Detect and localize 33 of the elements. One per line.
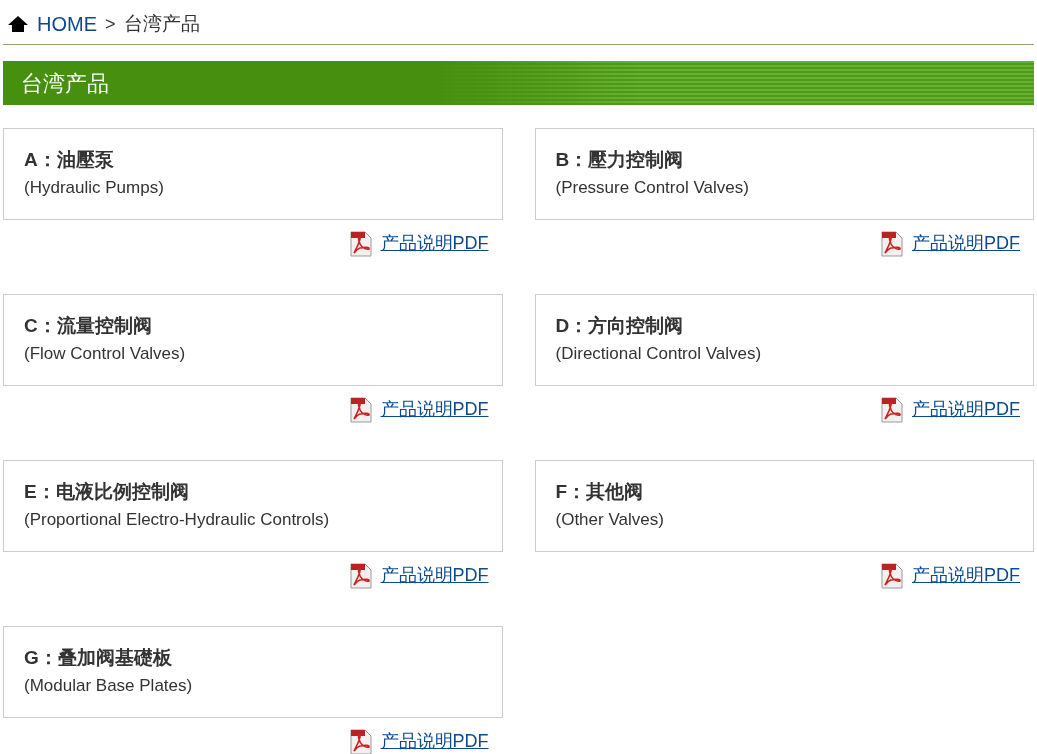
product-subtitle: (Hydraulic Pumps) xyxy=(24,177,164,199)
pdf-icon xyxy=(348,230,373,257)
product-subtitle: (Other Valves) xyxy=(555,509,664,531)
pdf-link[interactable]: 产品说明PDF xyxy=(912,396,1020,423)
pdf-icon xyxy=(348,562,373,589)
pdf-icon xyxy=(348,396,373,423)
pdf-link[interactable]: 产品说明PDF xyxy=(380,230,489,257)
home-link[interactable]: HOME xyxy=(37,9,97,39)
product-title: E：电液比例控制阀 xyxy=(24,480,189,504)
pdf-icon xyxy=(880,396,904,423)
product-subtitle: (Modular Base Plates) xyxy=(24,675,193,697)
product-title: G：叠加阀基礎板 xyxy=(24,646,172,670)
product-subtitle: (Directional Control Valves) xyxy=(555,343,762,365)
pdf-icon xyxy=(880,562,904,589)
product-subtitle: (Proportional Electro-Hydraulic Controls) xyxy=(24,509,330,531)
home-icon xyxy=(7,15,29,33)
breadcrumb-separator: > xyxy=(105,12,116,36)
product-title: D：方向控制阀 xyxy=(555,314,684,338)
product-subtitle: (Pressure Control Valves) xyxy=(555,177,749,199)
pdf-link[interactable]: 产品说明PDF xyxy=(912,562,1020,589)
pdf-link[interactable]: 产品说明PDF xyxy=(380,562,489,589)
pdf-link[interactable]: 产品说明PDF xyxy=(912,230,1020,257)
pdf-link[interactable]: 产品说明PDF xyxy=(380,396,489,423)
product-title: A：油壓泵 xyxy=(24,148,114,172)
product-subtitle: (Flow Control Valves) xyxy=(24,343,186,365)
pdf-icon xyxy=(348,728,373,754)
product-title: C：流量控制阀 xyxy=(24,314,152,338)
product-title: F：其他阀 xyxy=(555,480,644,504)
product-title: B：壓力控制阀 xyxy=(555,148,684,172)
breadcrumb-current: 台湾产品 xyxy=(123,11,200,36)
pdf-icon xyxy=(880,230,904,257)
pdf-link[interactable]: 产品说明PDF xyxy=(380,728,489,754)
section-title: 台湾产品 xyxy=(21,69,109,98)
